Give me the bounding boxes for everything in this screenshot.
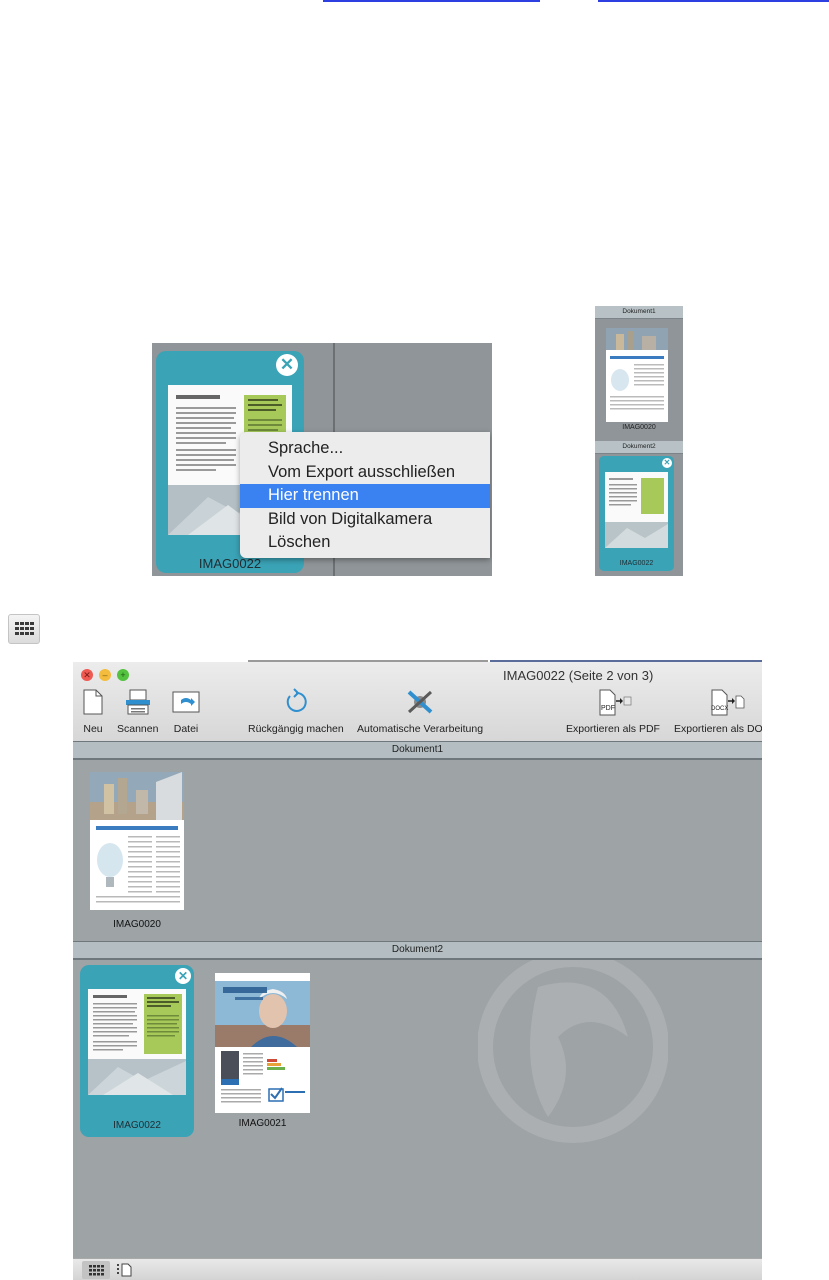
watermark-logo-icon bbox=[478, 951, 668, 1143]
page-caption-imag0022: IMAG0022 bbox=[619, 560, 654, 567]
page-thumbnail-imag0021[interactable] bbox=[215, 973, 310, 1113]
export-pdf-icon: PDF bbox=[599, 689, 632, 716]
top-link-2[interactable] bbox=[598, 0, 829, 2]
page-caption-imag0020: IMAG0020 bbox=[622, 424, 656, 431]
document-panel-crop: Dokument1 IMAG0020 Dokument2 ✕ IMAG0022 bbox=[595, 306, 683, 576]
magic-wand-icon bbox=[407, 690, 433, 714]
menu-item-split-here[interactable]: Hier trennen bbox=[240, 484, 490, 508]
grid-view-button[interactable] bbox=[82, 1261, 110, 1279]
minimize-window-button[interactable]: – bbox=[99, 669, 111, 681]
page-thumbnail-imag0020[interactable] bbox=[90, 772, 184, 910]
menu-item-delete[interactable]: Löschen bbox=[240, 531, 490, 555]
svg-text:DOCX: DOCX bbox=[711, 706, 728, 712]
page-caption-imag0021: IMAG0021 bbox=[238, 1118, 287, 1129]
export-docx-icon: DOCX bbox=[711, 689, 745, 716]
doc1-label: Dokument1 bbox=[595, 306, 683, 319]
svg-text:PDF: PDF bbox=[601, 705, 615, 712]
folder-import-icon bbox=[172, 691, 200, 713]
page-caption-imag0020: IMAG0020 bbox=[113, 919, 161, 930]
context-menu-crop: ✕ IMAG0022 Sprache... Vom Export ausschl… bbox=[152, 343, 492, 576]
close-icon[interactable]: ✕ bbox=[175, 968, 191, 984]
menu-item-language[interactable]: Sprache... bbox=[240, 437, 490, 461]
export-pdf-button[interactable]: PDF Exportieren als PDF bbox=[566, 688, 660, 735]
close-icon[interactable]: ✕ bbox=[662, 458, 672, 468]
status-bar bbox=[73, 1258, 762, 1280]
page-thumbnail-imag0022 bbox=[605, 472, 668, 548]
selected-page-card-small[interactable]: ✕ IMAG0022 bbox=[599, 456, 674, 571]
auto-processing-button[interactable]: Automatische Verarbeitung bbox=[357, 688, 483, 735]
export-docx-button[interactable]: DOCX Exportieren als DOCX bbox=[674, 688, 762, 735]
title-toolbar: ✕ – + IMAG0022 (Seite 2 von 3) Neu Scann… bbox=[73, 662, 762, 745]
new-document-icon bbox=[83, 689, 103, 715]
grid-view-icon bbox=[89, 1265, 104, 1276]
document2-header[interactable]: Dokument2 bbox=[73, 941, 762, 960]
new-button[interactable]: Neu bbox=[81, 688, 105, 735]
menu-item-exclude-export[interactable]: Vom Export ausschließen bbox=[240, 461, 490, 485]
zoom-window-button[interactable]: + bbox=[117, 669, 129, 681]
scanner-icon bbox=[125, 689, 150, 715]
undo-button[interactable]: Rückgängig machen bbox=[248, 688, 344, 735]
scan-button[interactable]: Scannen bbox=[117, 688, 158, 735]
page-view-button[interactable] bbox=[113, 1261, 137, 1279]
close-window-button[interactable]: ✕ bbox=[81, 669, 93, 681]
page-thumbnail-imag0020[interactable] bbox=[606, 328, 668, 422]
top-link-1[interactable] bbox=[323, 0, 540, 2]
document1-header[interactable]: Dokument1 bbox=[73, 741, 762, 760]
context-menu[interactable]: Sprache... Vom Export ausschließen Hier … bbox=[240, 432, 490, 558]
undo-icon bbox=[286, 688, 307, 712]
page-view-icon bbox=[117, 1263, 132, 1277]
close-icon[interactable]: ✕ bbox=[276, 354, 298, 376]
window-title: IMAG0022 (Seite 2 von 3) bbox=[503, 668, 654, 683]
page-caption: IMAG0022 bbox=[198, 556, 262, 571]
page-caption-imag0022: IMAG0022 bbox=[113, 1120, 161, 1131]
doc2-label: Dokument2 bbox=[595, 441, 683, 454]
selected-page-card[interactable]: ✕ IMAG0022 bbox=[80, 965, 194, 1137]
menu-item-from-camera[interactable]: Bild von Digitalkamera bbox=[240, 508, 490, 532]
grid-view-icon[interactable] bbox=[8, 614, 40, 644]
app-window: ✕ – + IMAG0022 (Seite 2 von 3) Neu Scann… bbox=[73, 662, 762, 1280]
page-thumbnail-imag0022 bbox=[88, 989, 186, 1095]
file-button[interactable]: Datei bbox=[171, 688, 201, 735]
